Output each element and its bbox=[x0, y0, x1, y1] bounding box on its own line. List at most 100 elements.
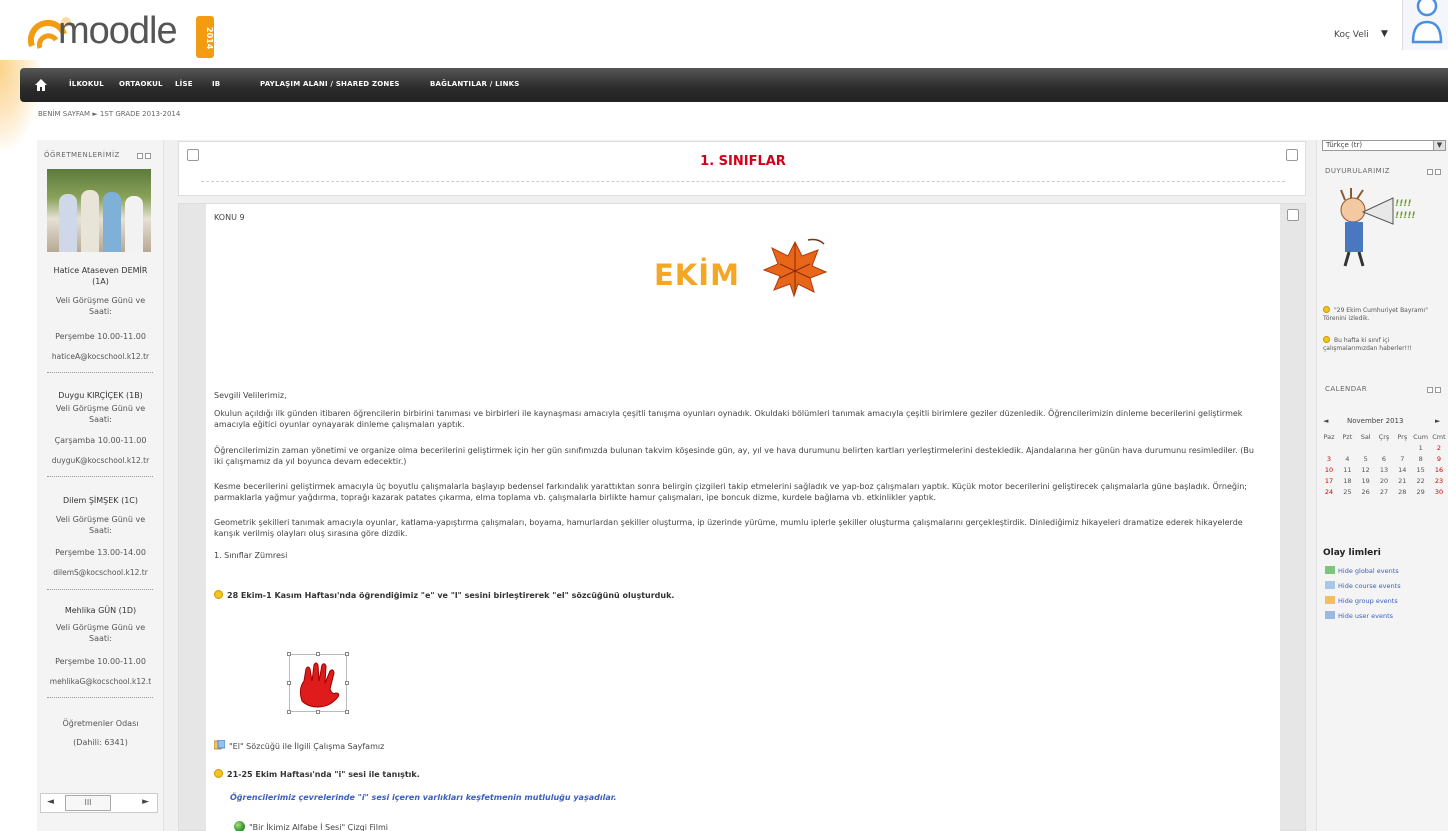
calendar-day[interactable]: 6 bbox=[1376, 454, 1392, 465]
language-select[interactable]: Türkçe (tr) ▼ bbox=[1322, 140, 1446, 151]
horizontal-scrollbar[interactable]: ◄ III ► bbox=[40, 793, 158, 813]
calendar-day[interactable] bbox=[1376, 443, 1392, 454]
resize-handle[interactable] bbox=[287, 681, 291, 685]
hide-link-text[interactable]: Hide user events bbox=[1338, 612, 1393, 620]
resize-handle[interactable] bbox=[287, 652, 291, 656]
collapse-icon[interactable] bbox=[1435, 387, 1441, 393]
breadcrumb[interactable]: BENİM SAYFAM ► 1ST GRADE 2013-2014 bbox=[38, 110, 180, 118]
calendar-day[interactable]: 2 bbox=[1431, 443, 1447, 454]
teacher-email-link[interactable]: mehlikaG@kocschool.k12.t bbox=[37, 676, 164, 687]
teacher-meeting-time: Perşembe 13.00-14.00 bbox=[55, 548, 146, 557]
calendar-day[interactable]: 27 bbox=[1376, 487, 1392, 498]
announcement-item[interactable]: "29 Ekim Cumhuriyet Bayramı" Törenini iz… bbox=[1323, 306, 1445, 323]
dock-icon[interactable] bbox=[137, 153, 143, 159]
hand-image[interactable] bbox=[287, 652, 349, 714]
hide-link-text[interactable]: Hide group events bbox=[1338, 597, 1398, 605]
collapse-icon[interactable] bbox=[1435, 169, 1441, 175]
announcement-text[interactable]: "29 Ekim Cumhuriyet Bayramı" Törenini iz… bbox=[1323, 307, 1428, 322]
calendar-prev-icon[interactable]: ◄ bbox=[1323, 417, 1328, 425]
collapse-icon[interactable] bbox=[145, 153, 151, 159]
calendar-day[interactable]: 12 bbox=[1358, 465, 1374, 476]
hide-link-text[interactable]: Hide global events bbox=[1338, 567, 1399, 575]
calendar-day[interactable]: 8 bbox=[1413, 454, 1429, 465]
calendar-day[interactable]: 1 bbox=[1413, 443, 1429, 454]
calendar-day[interactable]: 16 bbox=[1431, 465, 1447, 476]
calendar-day[interactable]: 11 bbox=[1339, 465, 1355, 476]
home-icon[interactable] bbox=[34, 78, 48, 92]
calendar-next-icon[interactable]: ► bbox=[1435, 417, 1440, 425]
nav-item-ortaokul[interactable]: ORTAOKUL bbox=[119, 80, 163, 88]
calendar-day[interactable]: 30 bbox=[1431, 487, 1447, 498]
calendar-day[interactable]: 17 bbox=[1321, 476, 1337, 487]
chevron-down-icon[interactable]: ▼ bbox=[1433, 141, 1445, 150]
teacher-email-link[interactable]: dilemS@kocschool.k12.tr bbox=[37, 567, 164, 578]
calendar-day[interactable]: 19 bbox=[1358, 476, 1374, 487]
worksheet-link-text[interactable]: "El" Sözcüğü ile İlgili Çalışma Sayfamız bbox=[229, 742, 384, 751]
calendar-day[interactable]: 22 bbox=[1413, 476, 1429, 487]
calendar-day[interactable]: 15 bbox=[1413, 465, 1429, 476]
topic-checkbox[interactable] bbox=[1287, 209, 1299, 221]
nav-item-shared-zones[interactable]: PAYLAŞIM ALANI / SHARED ZONES bbox=[260, 80, 400, 88]
user-avatar[interactable] bbox=[1402, 0, 1448, 50]
events-key-title: Olay limleri bbox=[1323, 548, 1381, 558]
calendar-day[interactable] bbox=[1339, 443, 1355, 454]
film-link-text[interactable]: "Bir İkimiz Alfabe İ Sesi" Çizgi Filmi bbox=[249, 823, 388, 831]
calendar-day[interactable] bbox=[1394, 443, 1410, 454]
dock-icon[interactable] bbox=[1427, 169, 1433, 175]
calendar-day[interactable]: 23 bbox=[1431, 476, 1447, 487]
teacher-email-link[interactable]: duyguK@kocschool.k12.tr bbox=[37, 455, 164, 466]
nav-item-ib[interactable]: IB bbox=[212, 80, 220, 88]
scroll-thumb[interactable]: III bbox=[65, 795, 111, 811]
announcement-item[interactable]: Bu hafta ki sınıf içi çalışmalarımızdan … bbox=[1323, 336, 1445, 353]
calendar-week: 24 25 26 27 28 29 30 bbox=[1321, 487, 1447, 498]
calendar-day[interactable] bbox=[1321, 443, 1337, 454]
nav-item-lise[interactable]: LİSE bbox=[175, 80, 193, 88]
block-controls[interactable] bbox=[1427, 386, 1443, 394]
resize-handle[interactable] bbox=[345, 652, 349, 656]
calendar-day[interactable]: 28 bbox=[1394, 487, 1410, 498]
section-checkbox[interactable] bbox=[1286, 149, 1298, 161]
announcement-text[interactable]: Bu hafta ki sınıf içi çalışmalarımızdan … bbox=[1323, 337, 1412, 352]
hide-user-events-link[interactable]: Hide user events bbox=[1325, 611, 1393, 620]
calendar-day[interactable]: 24 bbox=[1321, 487, 1337, 498]
calendar-day[interactable]: 3 bbox=[1321, 454, 1337, 465]
hide-group-events-link[interactable]: Hide group events bbox=[1325, 596, 1398, 605]
scroll-left-arrow-icon[interactable]: ◄ bbox=[47, 797, 54, 807]
worksheet-link[interactable]: "El" Sözcüğü ile İlgili Çalışma Sayfamız bbox=[214, 740, 1264, 752]
calendar-day[interactable]: 7 bbox=[1394, 454, 1410, 465]
film-link[interactable]: "Bir İkimiz Alfabe İ Sesi" Çizgi Filmi bbox=[234, 821, 1284, 831]
resize-handle[interactable] bbox=[316, 652, 320, 656]
calendar-day[interactable]: 25 bbox=[1339, 487, 1355, 498]
calendar-day[interactable]: 21 bbox=[1394, 476, 1410, 487]
resize-handle[interactable] bbox=[345, 681, 349, 685]
calendar-day[interactable]: 14 bbox=[1394, 465, 1410, 476]
moodle-logo[interactable]: moodle 2014 bbox=[14, 6, 244, 64]
block-controls[interactable] bbox=[1427, 168, 1443, 176]
resize-handle[interactable] bbox=[345, 710, 349, 714]
calendar-day[interactable] bbox=[1358, 443, 1374, 454]
nav-item-links[interactable]: BAĞLANTILAR / LINKS bbox=[430, 80, 520, 88]
resize-handle[interactable] bbox=[316, 710, 320, 714]
scroll-right-arrow-icon[interactable]: ► bbox=[142, 797, 149, 807]
hide-link-text[interactable]: Hide course events bbox=[1338, 582, 1401, 590]
calendar-day[interactable]: 13 bbox=[1376, 465, 1392, 476]
hide-global-events-link[interactable]: Hide global events bbox=[1325, 566, 1399, 575]
week-note-text: 28 Ekim-1 Kasım Haftası'nda öğrendiğimiz… bbox=[227, 591, 675, 600]
block-controls[interactable] bbox=[137, 152, 153, 160]
user-menu-caret-icon[interactable]: ▼ bbox=[1381, 29, 1388, 39]
calendar-day[interactable]: 26 bbox=[1358, 487, 1374, 498]
calendar-day[interactable]: 18 bbox=[1339, 476, 1355, 487]
user-menu-name[interactable]: Koç Veli bbox=[1334, 30, 1369, 40]
resize-handle[interactable] bbox=[287, 710, 291, 714]
calendar-day[interactable]: 10 bbox=[1321, 465, 1337, 476]
hide-course-events-link[interactable]: Hide course events bbox=[1325, 581, 1401, 590]
calendar-day[interactable]: 5 bbox=[1358, 454, 1374, 465]
calendar-day[interactable]: 4 bbox=[1339, 454, 1355, 465]
nav-item-ilkokul[interactable]: İLKOKUL bbox=[69, 80, 104, 88]
calendar-day[interactable]: 20 bbox=[1376, 476, 1392, 487]
teacher-email-link[interactable]: haticeA@kocschool.k12.tr bbox=[37, 351, 164, 362]
calendar-day[interactable]: 9 bbox=[1431, 454, 1447, 465]
calendar-month-label[interactable]: November 2013 bbox=[1347, 417, 1403, 425]
dock-icon[interactable] bbox=[1427, 387, 1433, 393]
calendar-day[interactable]: 29 bbox=[1413, 487, 1429, 498]
